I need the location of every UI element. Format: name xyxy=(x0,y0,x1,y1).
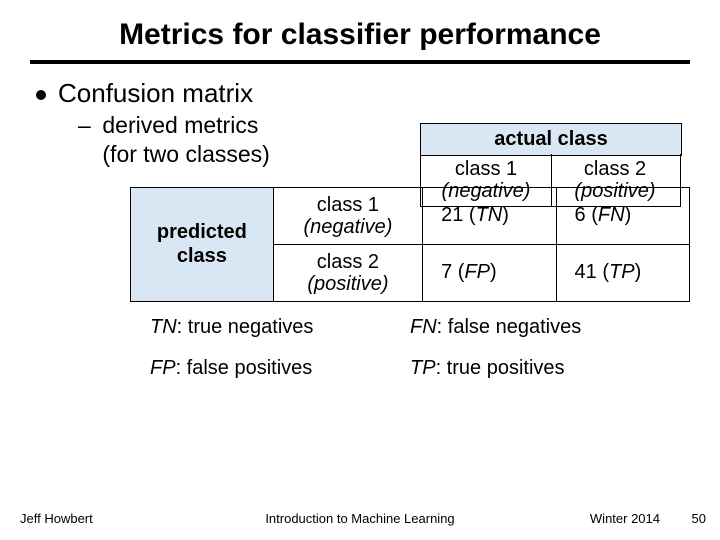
footer-term: Winter 2014 xyxy=(590,511,660,526)
sub-bullet-line2: (for two classes) xyxy=(102,141,269,167)
sub-bullet-line1: derived metrics xyxy=(102,112,258,138)
title-rule xyxy=(30,60,690,64)
dash-icon: – xyxy=(78,111,96,140)
slide: Metrics for classifier performance Confu… xyxy=(0,0,720,540)
slide-title: Metrics for classifier performance xyxy=(30,18,690,52)
predicted-class-header: predictedclass xyxy=(131,187,274,301)
legend-fn: FN: false negatives xyxy=(410,316,670,339)
bullet-confusion-matrix: Confusion matrix xyxy=(30,78,690,109)
confusion-matrix-table: actual class class 1(negative) class 2(p… xyxy=(130,187,690,302)
cell-fp: 7 (FP) xyxy=(423,244,556,301)
bullet-icon xyxy=(36,90,46,100)
legend: TN: true negatives FN: false negatives F… xyxy=(150,316,690,380)
bullet-text: Confusion matrix xyxy=(58,78,253,109)
cell-tp: 41 (TP) xyxy=(556,244,689,301)
row1-header: class 1(negative) xyxy=(273,187,422,244)
row2-header: class 2(positive) xyxy=(273,244,422,301)
col2-header: class 2(positive) xyxy=(550,154,681,207)
actual-class-header: actual class xyxy=(420,123,682,156)
legend-tn: TN: true negatives xyxy=(150,316,410,339)
col1-header: class 1(negative) xyxy=(420,154,552,207)
footer-page: 50 xyxy=(692,511,706,526)
legend-fp: FP: false positives xyxy=(150,357,410,380)
legend-tp: TP: true positives xyxy=(410,357,670,380)
